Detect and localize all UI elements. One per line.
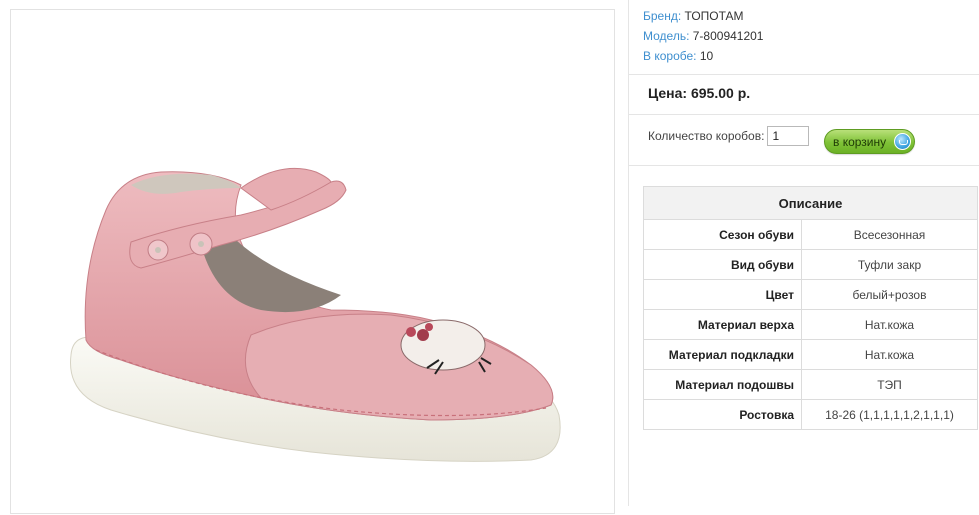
model-row: Модель: 7-800941201 [643, 26, 763, 46]
basket-icon [894, 133, 911, 150]
product-image-frame[interactable] [10, 9, 615, 514]
divider-meta [629, 74, 979, 75]
spec-key: Ростовка [643, 399, 802, 430]
spec-key: Цвет [643, 279, 802, 310]
spec-value: Нат.кожа [801, 309, 978, 340]
divider-price [629, 114, 979, 115]
spec-key: Сезон обуви [643, 219, 802, 250]
model-label: Модель: [643, 29, 690, 43]
box-count-label: В коробе: [643, 49, 697, 63]
spec-value: белый+розов [801, 279, 978, 310]
product-image-shoe[interactable] [11, 10, 616, 515]
add-to-cart-label: в корзину [833, 134, 887, 149]
spec-value: Нат.кожа [801, 339, 978, 370]
table-row: Сезон обуви Всесезонная [643, 219, 978, 250]
table-row: Материал верха Нат.кожа [643, 309, 978, 340]
table-row: Материал подкладки Нат.кожа [643, 339, 978, 370]
column-divider [628, 0, 629, 506]
price: Цена: 695.00 р. [648, 85, 751, 101]
spec-key: Материал верха [643, 309, 802, 340]
divider-order [629, 165, 979, 166]
specs-table: Описание Сезон обуви Всесезонная Вид обу… [643, 186, 978, 430]
table-row: Ростовка 18-26 (1,1,1,1,1,2,1,1,1) [643, 399, 978, 430]
box-count-row: В коробе: 10 [643, 46, 763, 66]
spec-value: ТЭП [801, 369, 978, 400]
box-count-value: 10 [699, 49, 714, 63]
quantity-input[interactable] [767, 126, 810, 146]
spec-key: Вид обуви [643, 249, 802, 280]
product-meta: Бренд: ТОПОТАМ Модель: 7-800941201 В кор… [643, 6, 763, 66]
quantity-row: Количество коробов: [648, 126, 810, 146]
specs-title: Описание [643, 186, 978, 220]
table-row: Цвет белый+розов [643, 279, 978, 310]
brand-row: Бренд: ТОПОТАМ [643, 6, 763, 26]
quantity-label: Количество коробов: [648, 129, 765, 143]
spec-value: Туфли закр [801, 249, 978, 280]
brand-value: ТОПОТАМ [684, 9, 744, 23]
spec-value: Всесезонная [801, 219, 978, 250]
add-to-cart-button[interactable]: в корзину [824, 129, 915, 154]
spec-key: Материал подошвы [643, 369, 802, 400]
table-row: Вид обуви Туфли закр [643, 249, 978, 280]
table-row: Материал подошвы ТЭП [643, 369, 978, 400]
model-value: 7-800941201 [692, 29, 764, 43]
spec-value: 18-26 (1,1,1,1,1,2,1,1,1) [801, 399, 978, 430]
brand-label[interactable]: Бренд: [643, 9, 681, 23]
spec-key: Материал подкладки [643, 339, 802, 370]
